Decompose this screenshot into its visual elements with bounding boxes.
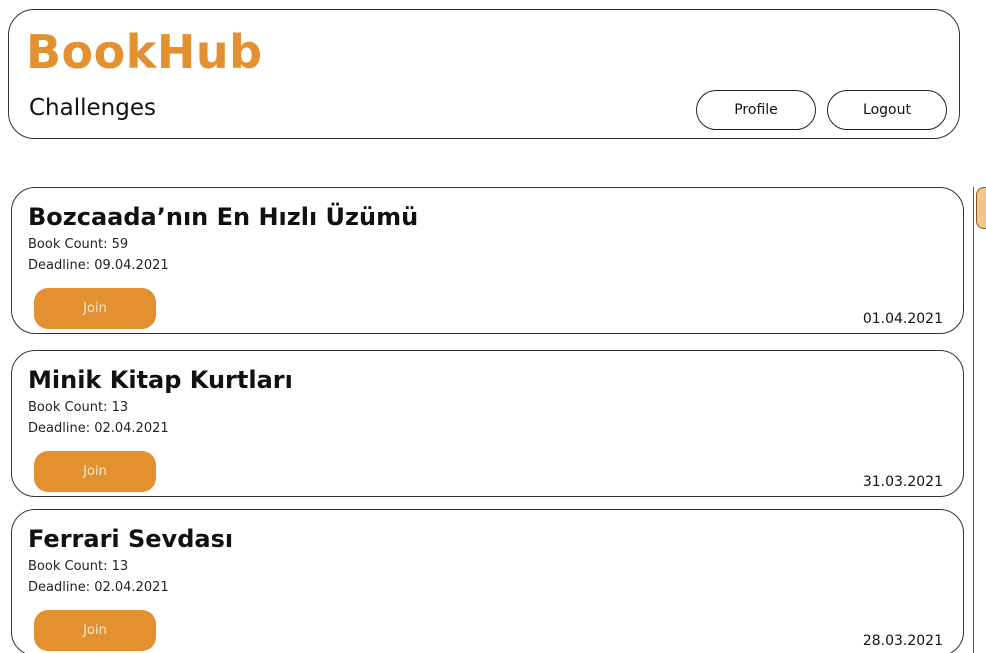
page-title: Challenges [29, 95, 156, 121]
join-button[interactable]: Join [34, 610, 156, 651]
challenge-date: 01.04.2021 [862, 311, 943, 327]
challenge-title: Minik Kitap Kurtları [28, 366, 293, 394]
join-button[interactable]: Join [34, 288, 156, 329]
header-card: BookHub Challenges Profile Logout [8, 9, 960, 139]
scrollbar-thumb[interactable] [976, 187, 986, 229]
book-count: Book Count: 13 [28, 400, 129, 415]
brand-logo[interactable]: BookHub [26, 26, 263, 78]
challenge-date: 31.03.2021 [862, 474, 943, 490]
logout-button[interactable]: Logout [827, 90, 947, 130]
deadline: Deadline: 02.04.2021 [28, 421, 169, 436]
challenges-page: BookHub Challenges Profile Logout Bozcaa… [0, 0, 986, 653]
deadline: Deadline: 09.04.2021 [28, 258, 169, 273]
challenge-title: Ferrari Sevdası [28, 525, 234, 553]
challenge-date: 28.03.2021 [862, 633, 943, 649]
profile-button[interactable]: Profile [696, 90, 816, 130]
book-count: Book Count: 59 [28, 237, 129, 252]
challenge-card: Minik Kitap Kurtları Book Count: 13 Dead… [11, 350, 964, 497]
join-button[interactable]: Join [34, 451, 156, 492]
challenge-card: Bozcaada’nın En Hızlı Üzümü Book Count: … [11, 187, 964, 334]
scrollbar-track[interactable] [973, 187, 986, 653]
challenge-card: Ferrari Sevdası Book Count: 13 Deadline:… [11, 509, 964, 653]
challenge-title: Bozcaada’nın En Hızlı Üzümü [28, 203, 419, 231]
book-count: Book Count: 13 [28, 559, 129, 574]
deadline: Deadline: 02.04.2021 [28, 580, 169, 595]
